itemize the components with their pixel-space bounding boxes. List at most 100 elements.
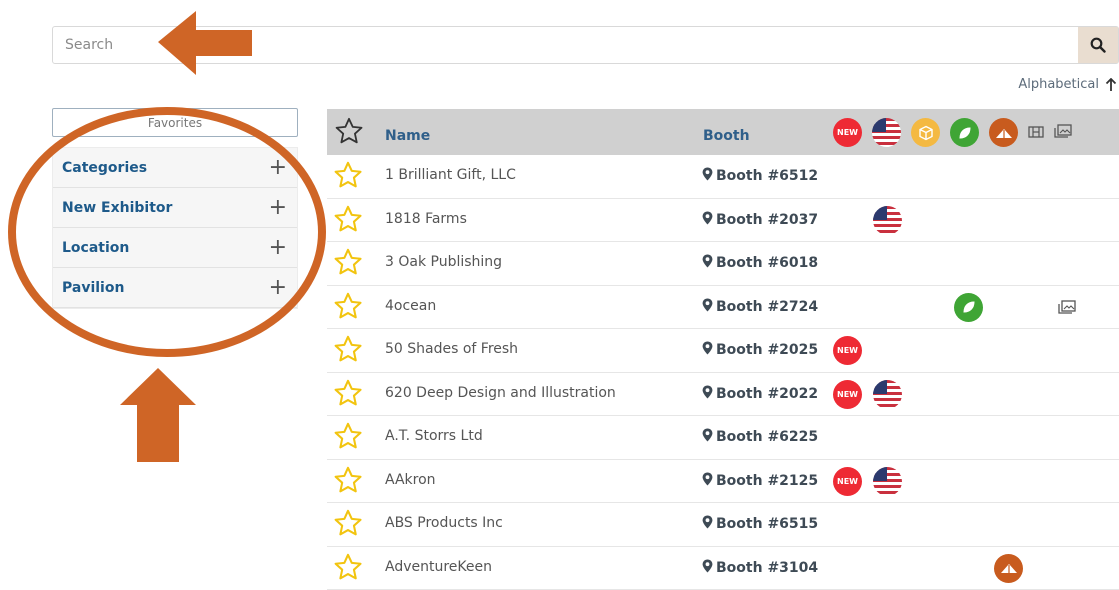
booth-number[interactable]: Booth #6512 xyxy=(702,167,818,185)
filter-label: Categories xyxy=(62,160,147,176)
header-filter-icons: NEW xyxy=(833,118,1082,147)
map-pin-icon xyxy=(702,341,713,359)
booth-number[interactable]: Booth #2025 xyxy=(702,341,818,359)
table-row[interactable]: AAkron Booth #2125 NEW xyxy=(327,460,1119,504)
tent-icon xyxy=(994,554,1023,583)
table-row[interactable]: 1818 Farms Booth #2037 xyxy=(327,199,1119,243)
favorites-label: Favorites xyxy=(148,116,202,130)
filter-pavilion[interactable]: Pavilion + xyxy=(53,268,297,308)
booth-label: Booth #2025 xyxy=(716,342,818,358)
table-body: 1 Brilliant Gift, LLC Booth #6512 1818 Far… xyxy=(327,155,1119,590)
exhibitor-table: Name Booth NEW 1 Brilliant Gift, LLC Boot… xyxy=(327,109,1119,590)
map-pin-icon xyxy=(702,428,713,446)
sort-label: Alphabetical xyxy=(1018,77,1099,92)
plus-icon: + xyxy=(269,157,287,179)
table-row[interactable]: AdventureKeen Booth #3104 xyxy=(327,547,1119,590)
search-input[interactable] xyxy=(53,27,1079,63)
filter-label: Location xyxy=(62,240,129,256)
booth-label: Booth #6515 xyxy=(716,516,818,532)
filter-new-exhibitor[interactable]: New Exhibitor + xyxy=(53,188,297,228)
search-bar xyxy=(52,26,1119,64)
plus-icon: + xyxy=(269,277,287,299)
favorite-star-icon[interactable] xyxy=(332,247,364,282)
new-badge-icon: NEW xyxy=(833,467,862,496)
new-badge-icon: NEW xyxy=(833,336,862,365)
booth-number[interactable]: Booth #2022 xyxy=(702,385,818,403)
exhibitor-name[interactable]: 620 Deep Design and Illustration xyxy=(385,385,616,401)
booth-label: Booth #3104 xyxy=(716,560,818,576)
map-pin-icon xyxy=(702,472,713,490)
favorite-all-star-icon[interactable] xyxy=(333,116,365,151)
plus-icon: + xyxy=(269,197,287,219)
booth-number[interactable]: Booth #6515 xyxy=(702,515,818,533)
usa-flag-icon xyxy=(873,206,902,235)
sort-toggle[interactable]: Alphabetical xyxy=(1018,77,1117,92)
booth-label: Booth #6225 xyxy=(716,429,818,445)
arrow-up-icon xyxy=(1105,78,1117,92)
leaf-icon xyxy=(954,293,983,322)
column-header-booth[interactable]: Booth xyxy=(703,128,750,144)
map-pin-icon xyxy=(702,167,713,185)
booth-label: Booth #2125 xyxy=(716,473,818,489)
favorite-star-icon[interactable] xyxy=(332,508,364,543)
exhibitor-name[interactable]: 4ocean xyxy=(385,298,436,314)
favorite-star-icon[interactable] xyxy=(332,204,364,239)
exhibitor-name[interactable]: A.T. Storrs Ltd xyxy=(385,428,483,444)
exhibitor-name[interactable]: 1818 Farms xyxy=(385,211,467,227)
filter-label: Pavilion xyxy=(62,280,124,296)
favorite-star-icon[interactable] xyxy=(332,334,364,369)
table-row[interactable]: 50 Shades of Fresh Booth #2025 NEW xyxy=(327,329,1119,373)
booth-number[interactable]: Booth #6225 xyxy=(702,428,818,446)
table-row[interactable]: 4ocean Booth #2724 xyxy=(327,286,1119,330)
booth-number[interactable]: Booth #2037 xyxy=(702,211,818,229)
leaf-icon[interactable] xyxy=(950,118,979,147)
map-pin-icon xyxy=(702,515,713,533)
column-header-name[interactable]: Name xyxy=(385,128,430,144)
filter-list: Categories + New Exhibitor + Location + … xyxy=(52,147,298,309)
favorite-star-icon[interactable] xyxy=(332,465,364,500)
exhibitor-name[interactable]: 50 Shades of Fresh xyxy=(385,341,518,357)
booth-number[interactable]: Booth #2724 xyxy=(702,298,818,316)
table-row[interactable]: 620 Deep Design and Illustration Booth #2… xyxy=(327,373,1119,417)
filter-location[interactable]: Location + xyxy=(53,228,297,268)
box-icon[interactable] xyxy=(911,118,940,147)
tent-icon[interactable] xyxy=(989,118,1018,147)
photos-icon[interactable] xyxy=(1058,299,1076,318)
booth-label: Booth #6018 xyxy=(716,255,818,271)
filter-sidebar: Favorites Categories + New Exhibitor + L… xyxy=(52,108,298,309)
annotation-arrow-up-icon xyxy=(120,368,196,462)
new-badge-icon[interactable]: NEW xyxy=(833,118,862,147)
search-button[interactable] xyxy=(1078,27,1118,63)
exhibitor-name[interactable]: AdventureKeen xyxy=(385,559,492,575)
table-row[interactable]: ABS Products Inc Booth #6515 xyxy=(327,503,1119,547)
favorites-tab[interactable]: Favorites xyxy=(52,108,298,137)
favorite-star-icon[interactable] xyxy=(332,160,364,195)
favorite-star-icon[interactable] xyxy=(332,291,364,326)
favorite-star-icon[interactable] xyxy=(332,552,364,587)
booth-number[interactable]: Booth #6018 xyxy=(702,254,818,272)
booth-label: Booth #2037 xyxy=(716,212,818,228)
map-pin-icon xyxy=(702,385,713,403)
table-row[interactable]: A.T. Storrs Ltd Booth #6225 xyxy=(327,416,1119,460)
usa-flag-icon xyxy=(873,467,902,496)
map-pin-icon xyxy=(702,559,713,577)
exhibitor-name[interactable]: 1 Brilliant Gift, LLC xyxy=(385,167,516,183)
booth-number[interactable]: Booth #3104 xyxy=(702,559,818,577)
booth-label: Booth #2724 xyxy=(716,299,818,315)
exhibitor-name[interactable]: 3 Oak Publishing xyxy=(385,254,502,270)
table-row[interactable]: 1 Brilliant Gift, LLC Booth #6512 xyxy=(327,155,1119,199)
exhibitor-name[interactable]: AAkron xyxy=(385,472,436,488)
favorite-star-icon[interactable] xyxy=(332,378,364,413)
filter-categories[interactable]: Categories + xyxy=(53,148,297,188)
photos-icon[interactable] xyxy=(1054,123,1072,142)
film-icon[interactable] xyxy=(1028,123,1044,142)
exhibitor-name[interactable]: ABS Products Inc xyxy=(385,515,503,531)
new-badge-icon: NEW xyxy=(833,380,862,409)
plus-icon: + xyxy=(269,237,287,259)
table-row[interactable]: 3 Oak Publishing Booth #6018 xyxy=(327,242,1119,286)
favorite-star-icon[interactable] xyxy=(332,421,364,456)
booth-number[interactable]: Booth #2125 xyxy=(702,472,818,490)
table-header: Name Booth NEW xyxy=(327,109,1119,155)
usa-flag-icon[interactable] xyxy=(872,118,901,147)
map-pin-icon xyxy=(702,254,713,272)
